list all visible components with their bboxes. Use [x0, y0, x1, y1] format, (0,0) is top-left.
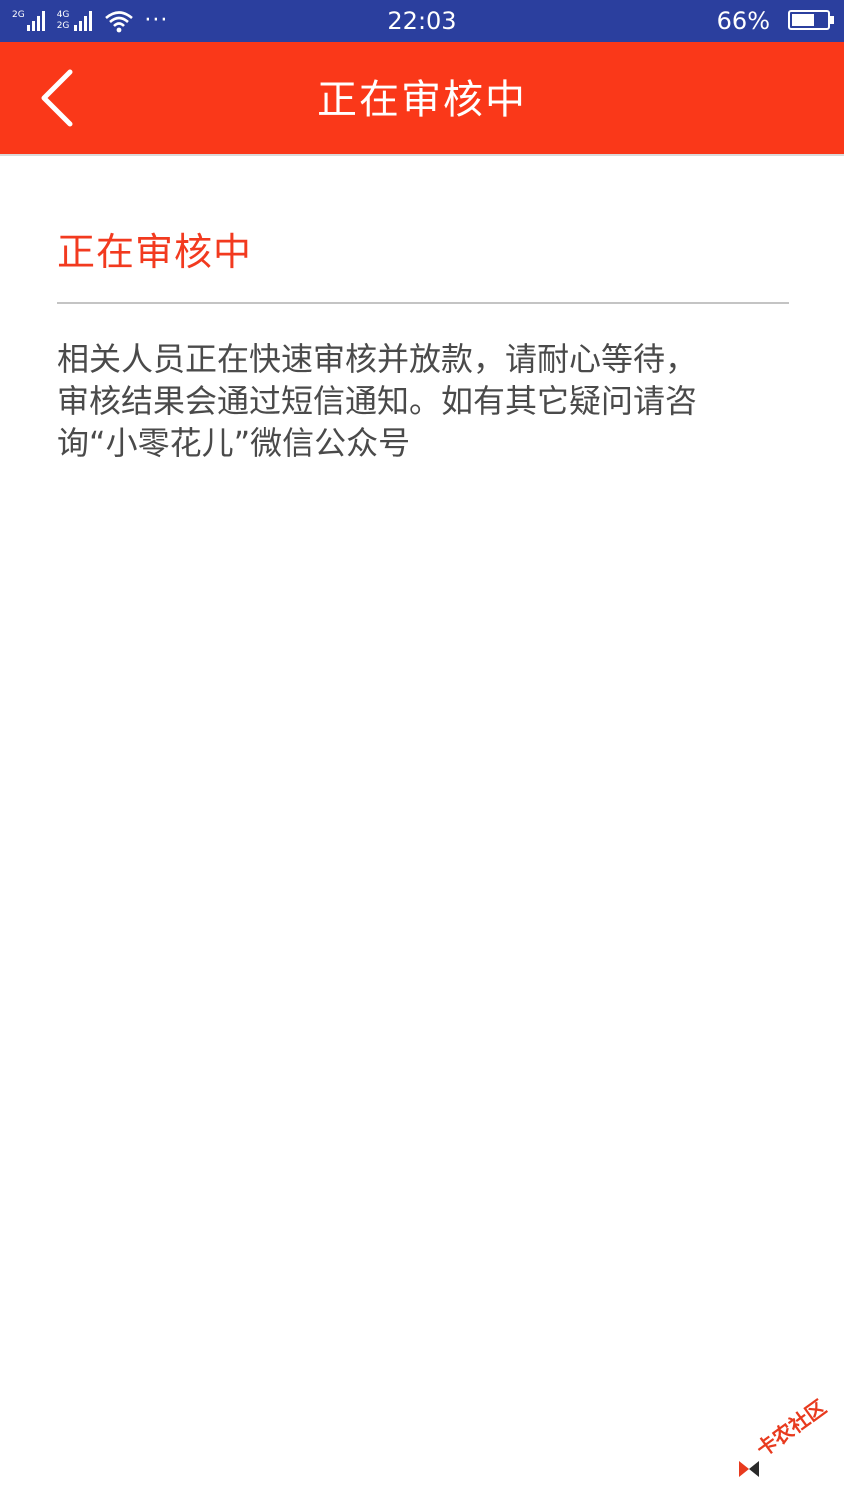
watermark-logo-icon — [739, 1461, 759, 1477]
community-watermark: 卡农社区 — [736, 1395, 836, 1486]
battery-level-fill — [792, 14, 814, 26]
status-bar: 2G 4G 2G ··· 22:03 66% — [0, 0, 844, 42]
status-heading: 正在审核中 — [57, 230, 253, 274]
battery-percentage: 66% — [716, 7, 770, 35]
status-message: 相关人员正在快速审核并放款，请耐心等待， 审核结果会通过短信通知。如有其它疑问请… — [57, 340, 698, 462]
divider — [57, 302, 789, 304]
app-header: 正在审核中 — [0, 42, 844, 156]
battery-tip — [830, 16, 834, 24]
page-title: 正在审核中 — [317, 77, 527, 123]
battery-icon — [788, 10, 830, 30]
main-content: 正在审核中 相关人员正在快速审核并放款，请耐心等待， 审核结果会通过短信通知。如… — [57, 156, 789, 464]
watermark-text: 卡农社区 — [751, 1394, 831, 1462]
